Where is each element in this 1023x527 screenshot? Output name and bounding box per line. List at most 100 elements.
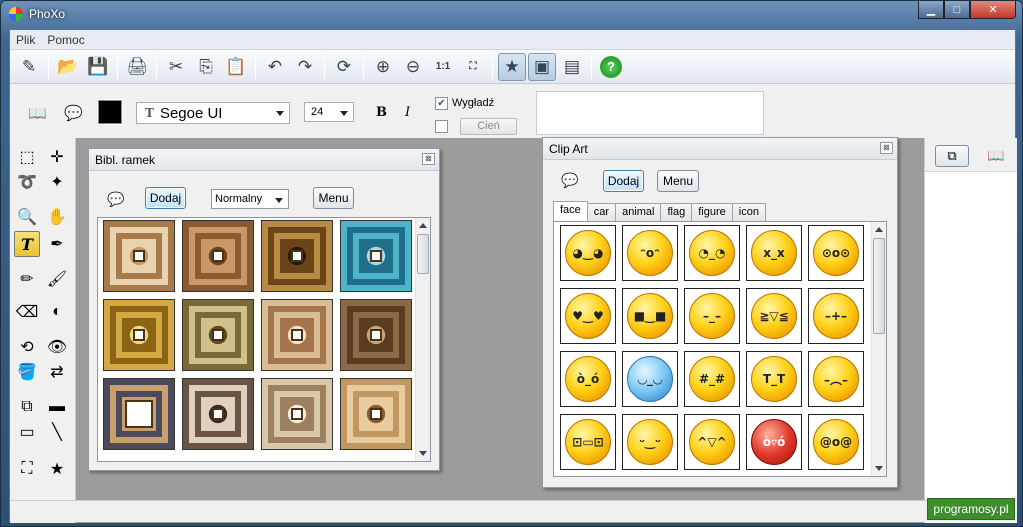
clipart-item[interactable]: ^▽^ — [684, 414, 740, 470]
clipart-item[interactable]: ᵕ‿ᵕ — [622, 414, 678, 470]
clipart-item[interactable]: ⊡▭⊡ — [560, 414, 616, 470]
new-icon[interactable]: ✎ — [15, 53, 43, 81]
book-panel-icon[interactable]: 📖 — [987, 147, 1004, 164]
bucket-icon[interactable]: 🪣 — [14, 359, 40, 385]
close-icon[interactable]: ⊠ — [880, 142, 893, 154]
magic-wand-icon[interactable]: ✦ — [44, 169, 70, 195]
layers-panel-icon[interactable]: ⧉ — [935, 145, 969, 167]
gradient-fill-icon[interactable]: ▭ — [14, 419, 40, 445]
scroll-up-icon[interactable] — [419, 223, 427, 228]
zoom-out-icon[interactable]: ⊖ — [399, 53, 427, 81]
clipart-item[interactable]: ◔_◔ — [684, 225, 740, 281]
menu-help[interactable]: Pomoc — [41, 33, 90, 47]
frame-thumbnail[interactable] — [340, 220, 412, 292]
close-button[interactable]: ✕ — [970, 1, 1016, 19]
frame-icon[interactable]: ▣ — [528, 52, 556, 81]
clipart-item[interactable]: ≧▽≦ — [746, 288, 802, 344]
clipart-item[interactable]: x_x — [746, 225, 802, 281]
shadow-checkbox[interactable] — [435, 120, 448, 133]
clipart-item[interactable]: ■‿■ — [622, 288, 678, 344]
maximize-button[interactable]: □ — [944, 1, 970, 19]
frame-thumbnail[interactable] — [103, 378, 175, 450]
scroll-down-icon[interactable] — [419, 451, 427, 456]
scroll-thumb[interactable] — [417, 234, 429, 274]
eyedropper-icon[interactable]: ✒ — [44, 231, 70, 257]
clipart-item[interactable]: –_– — [684, 288, 740, 344]
lasso-icon[interactable]: ➰ — [14, 169, 40, 195]
pencil-icon[interactable]: ✏ — [14, 266, 40, 292]
zoom-icon[interactable]: 🔍 — [14, 204, 40, 230]
refresh-icon[interactable]: ⟳ — [330, 53, 358, 81]
note-icon[interactable]: 💬 — [64, 104, 83, 122]
brush-icon[interactable]: 🖌 — [44, 266, 70, 292]
stamp-icon[interactable]: ⧉ — [14, 394, 40, 420]
frame-thumbnail[interactable] — [261, 220, 333, 292]
frames-menu-button[interactable]: Menu — [313, 187, 354, 209]
clipart-add-button[interactable]: Dodaj — [603, 170, 644, 192]
note-icon[interactable]: 💬 — [107, 191, 124, 208]
hand-icon[interactable]: ✋ — [44, 204, 70, 230]
smooth-checkbox[interactable]: ✔ — [435, 97, 448, 110]
clipart-item[interactable]: ◡_◡ — [622, 351, 678, 407]
cut-icon[interactable]: ✂ — [162, 53, 190, 81]
clipart-item[interactable]: ⊙o⊙ — [808, 225, 864, 281]
clipart-item[interactable]: ᵔoᵔ — [622, 225, 678, 281]
shadow-button[interactable]: Cień — [460, 118, 517, 135]
redo-icon[interactable]: ↷ — [291, 53, 319, 81]
crop-icon[interactable]: ⛶ — [14, 456, 40, 482]
frames-panel-title-bar[interactable]: Bibl. ramek ⊠ — [89, 149, 439, 171]
clipart-item[interactable]: ò_ó — [560, 351, 616, 407]
clipart-item[interactable]: ò▿ó — [746, 414, 802, 470]
scroll-thumb[interactable] — [873, 238, 885, 334]
color-replace-icon[interactable]: ⇄ — [44, 359, 70, 385]
frames-add-button[interactable]: Dodaj — [145, 187, 186, 209]
frame-thumbnail[interactable] — [261, 299, 333, 371]
book-icon[interactable]: 📖 — [28, 104, 47, 122]
frame-thumbnail[interactable] — [340, 378, 412, 450]
title-bar[interactable]: PhoXo ▁ □ ✕ — [1, 1, 1022, 27]
line-icon[interactable]: ╲ — [44, 419, 70, 445]
eraser-icon[interactable]: ⌫ — [14, 299, 40, 325]
undo-icon[interactable]: ↶ — [261, 53, 289, 81]
open-icon[interactable]: 📂 — [54, 53, 82, 81]
clipart-panel-title-bar[interactable]: Clip Art ⊠ — [543, 138, 897, 160]
clipart-item[interactable]: @o@ — [808, 414, 864, 470]
select-rect-icon[interactable]: ⬚ — [14, 144, 40, 170]
frames-scrollbar[interactable] — [415, 218, 430, 461]
gradient-icon[interactable]: ▬ — [44, 394, 70, 420]
actual-size-icon[interactable]: 1:1 — [429, 53, 457, 81]
frame-thumbnail[interactable] — [103, 220, 175, 292]
color-swatch[interactable] — [97, 99, 123, 125]
frames-mode-select[interactable]: Normalny — [211, 189, 289, 209]
clipart-item[interactable]: ◕‿◕ — [560, 225, 616, 281]
italic-button[interactable]: I — [405, 105, 410, 120]
contrast-icon[interactable]: ◐ — [44, 299, 70, 325]
clipart-menu-button[interactable]: Menu — [657, 170, 699, 192]
print-icon[interactable]: 🖨 — [123, 53, 151, 81]
zoom-in-icon[interactable]: ⊕ — [369, 53, 397, 81]
bold-button[interactable]: B — [376, 105, 387, 120]
paste-icon[interactable]: 📋 — [222, 53, 250, 81]
star-shape-icon[interactable]: ★ — [44, 456, 70, 482]
eye-icon[interactable]: 👁 — [44, 334, 70, 360]
tab-icon[interactable]: icon — [731, 203, 766, 221]
move-icon[interactable]: ✛ — [44, 144, 70, 170]
menu-file[interactable]: Plik — [10, 33, 41, 47]
clipart-item[interactable]: –︵– — [808, 351, 864, 407]
text-input[interactable] — [536, 91, 764, 135]
frame-thumbnail[interactable] — [261, 378, 333, 450]
minimize-button[interactable]: ▁ — [918, 1, 944, 19]
scroll-down-icon[interactable] — [875, 466, 883, 471]
note-icon[interactable]: 💬 — [561, 172, 578, 189]
frame-thumbnail[interactable] — [340, 299, 412, 371]
tab-face[interactable]: face — [553, 201, 588, 221]
clipart-item[interactable]: T_T — [746, 351, 802, 407]
close-icon[interactable]: ⊠ — [422, 153, 435, 165]
frame-thumbnail[interactable] — [182, 378, 254, 450]
tab-animal[interactable]: animal — [615, 203, 662, 221]
clipart-item[interactable]: #_# — [684, 351, 740, 407]
star-icon[interactable]: ★ — [498, 52, 526, 81]
font-family-select[interactable]: T Segoe UI — [136, 102, 290, 124]
font-size-select[interactable]: 24 — [304, 102, 354, 122]
text-icon[interactable]: T — [14, 231, 40, 257]
